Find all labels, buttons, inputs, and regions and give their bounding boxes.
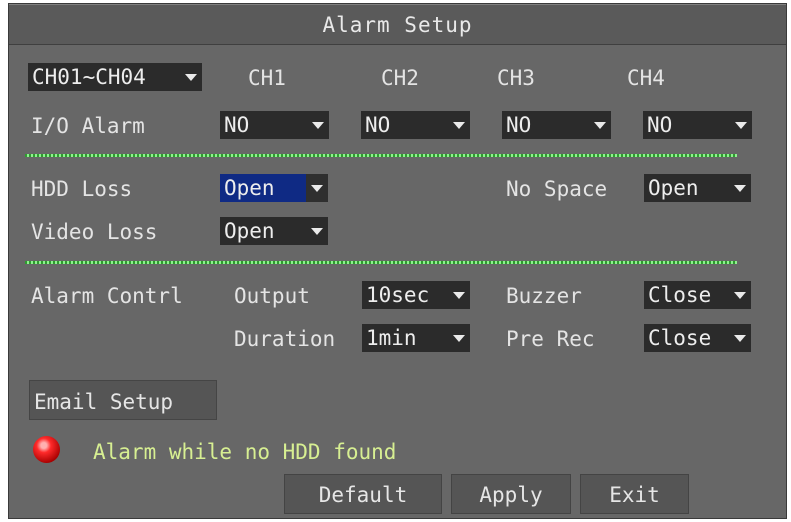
io-alarm-ch1-value: NO bbox=[224, 113, 250, 137]
video-loss-select[interactable]: Open bbox=[220, 217, 328, 245]
email-setup-button[interactable]: Email Setup bbox=[29, 380, 217, 420]
exit-button[interactable]: Exit bbox=[580, 474, 689, 514]
channel-group-value: CH01~CH04 bbox=[32, 65, 146, 89]
buzzer-select[interactable]: Close bbox=[644, 281, 751, 309]
output-value: 10sec bbox=[366, 283, 430, 307]
buzzer-label: Buzzer bbox=[506, 284, 582, 308]
output-select[interactable]: 10sec bbox=[362, 281, 470, 309]
channel-group-select[interactable]: CH01~CH04 bbox=[28, 63, 202, 91]
channel-header-ch1: CH1 bbox=[248, 66, 286, 90]
pre-rec-select[interactable]: Close bbox=[644, 324, 751, 352]
chevron-down-icon bbox=[448, 111, 470, 139]
hdd-loss-select[interactable]: Open bbox=[220, 174, 328, 202]
channel-header-ch2: CH2 bbox=[381, 66, 419, 90]
default-button[interactable]: Default bbox=[284, 474, 442, 514]
chevron-down-icon bbox=[306, 217, 328, 245]
no-space-select[interactable]: Open bbox=[644, 174, 751, 202]
io-alarm-ch2-value: NO bbox=[365, 113, 391, 137]
chevron-down-icon bbox=[729, 281, 751, 309]
pre-rec-label: Pre Rec bbox=[506, 327, 595, 351]
chevron-down-icon bbox=[180, 63, 202, 91]
dialog-title: Alarm Setup bbox=[322, 13, 473, 37]
io-alarm-ch3-value: NO bbox=[506, 113, 532, 137]
divider bbox=[25, 154, 737, 157]
io-alarm-ch4-select[interactable]: NO bbox=[643, 111, 752, 139]
chevron-down-icon bbox=[307, 111, 329, 139]
divider bbox=[25, 261, 737, 264]
default-button-label: Default bbox=[318, 483, 408, 507]
chevron-down-icon bbox=[448, 324, 470, 352]
chevron-down-icon bbox=[730, 111, 752, 139]
io-alarm-label: I/O Alarm bbox=[31, 114, 145, 138]
io-alarm-ch3-select[interactable]: NO bbox=[502, 111, 611, 139]
video-loss-label: Video Loss bbox=[31, 220, 158, 244]
hdd-alarm-label: Alarm while no HDD found bbox=[93, 440, 397, 464]
chevron-down-icon bbox=[729, 174, 751, 202]
hdd-alarm-indicator-icon[interactable] bbox=[33, 436, 60, 463]
email-setup-label: Email Setup bbox=[34, 390, 174, 414]
apply-button-label: Apply bbox=[479, 483, 543, 507]
io-alarm-ch1-select[interactable]: NO bbox=[220, 111, 329, 139]
alarm-setup-dialog: Alarm Setup CH01~CH04 CH1 CH2 CH3 CH4 I/… bbox=[8, 3, 787, 519]
video-loss-value: Open bbox=[224, 219, 275, 243]
io-alarm-ch4-value: NO bbox=[647, 113, 673, 137]
channel-header-ch4: CH4 bbox=[627, 66, 665, 90]
chevron-down-icon bbox=[448, 281, 470, 309]
hdd-loss-label: HDD Loss bbox=[31, 177, 133, 201]
apply-button[interactable]: Apply bbox=[451, 474, 571, 514]
title-bar: Alarm Setup bbox=[9, 4, 786, 45]
duration-value: 1min bbox=[366, 326, 417, 350]
duration-select[interactable]: 1min bbox=[362, 324, 470, 352]
no-space-value: Open bbox=[648, 176, 699, 200]
channel-header-ch3: CH3 bbox=[497, 66, 535, 90]
no-space-label: No Space bbox=[506, 177, 608, 201]
io-alarm-ch2-select[interactable]: NO bbox=[361, 111, 470, 139]
chevron-down-icon bbox=[729, 324, 751, 352]
duration-label: Duration bbox=[234, 327, 336, 351]
output-label: Output bbox=[234, 284, 310, 308]
pre-rec-value: Close bbox=[648, 326, 712, 350]
hdd-loss-value: Open bbox=[224, 176, 275, 200]
exit-button-label: Exit bbox=[609, 483, 660, 507]
chevron-down-icon bbox=[589, 111, 611, 139]
alarm-control-label: Alarm Contrl bbox=[31, 284, 183, 308]
chevron-down-icon bbox=[306, 174, 328, 202]
buzzer-value: Close bbox=[648, 283, 712, 307]
